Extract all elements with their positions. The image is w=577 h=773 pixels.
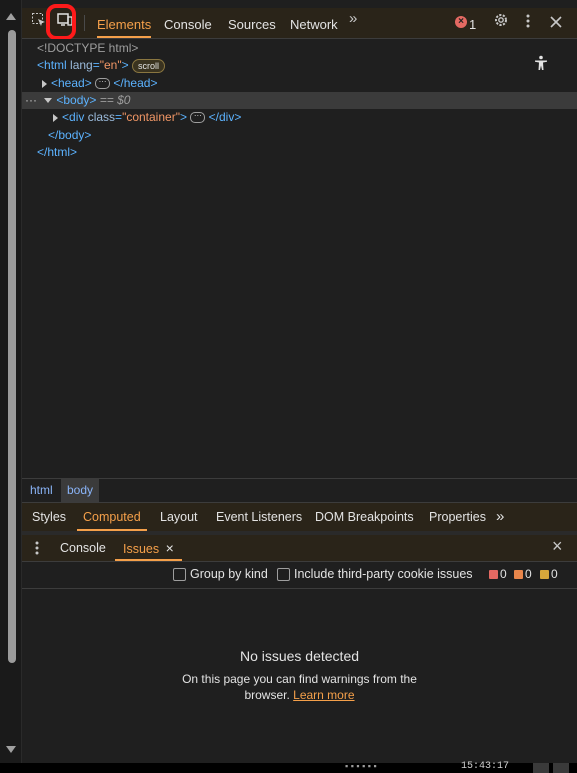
node-actions-dots-icon[interactable]: ··· — [25, 93, 37, 107]
learn-more-link[interactable]: Learn more — [293, 688, 354, 702]
no-issues-description: On this page you can find warnings from … — [172, 671, 427, 703]
toolbar-separator — [84, 15, 85, 31]
scroll-badge[interactable]: scroll — [131, 58, 165, 73]
tab-event-listeners[interactable]: Event Listeners — [216, 503, 302, 531]
scrollbar-thumb[interactable] — [8, 30, 16, 663]
issues-toolbar: Group by kind Include third-party cookie… — [22, 562, 577, 589]
third-party-cookie-label[interactable]: Include third-party cookie issues — [294, 567, 473, 581]
taskbar-button[interactable] — [533, 763, 549, 773]
tab-sources[interactable]: Sources — [228, 8, 276, 38]
tab-console[interactable]: Console — [164, 8, 212, 38]
taskbar-fragment: ▪ ▪ ▪ ▪ ▪ ▪ 15:43:17 — [0, 761, 577, 773]
error-icon[interactable]: × — [455, 16, 467, 28]
html-attr-name: lang — [70, 58, 93, 72]
head-open-tag: <head> — [51, 76, 92, 90]
expand-arrow-icon[interactable] — [42, 79, 47, 88]
vertical-scrollbar[interactable] — [0, 0, 22, 763]
head-close-tag: </head> — [113, 76, 158, 90]
body-close-tag[interactable]: </body> — [48, 127, 91, 144]
error-count[interactable]: 1 — [469, 17, 476, 32]
drawer-menu-icon[interactable] — [35, 541, 39, 560]
close-tab-icon[interactable]: × — [166, 540, 174, 556]
kebab-menu-icon[interactable] — [517, 12, 539, 34]
tab-styles[interactable]: Styles — [32, 503, 66, 531]
scroll-up-arrow-icon[interactable] — [6, 13, 16, 20]
error-issue-icon — [489, 570, 498, 579]
info-issue-count[interactable]: 0 — [540, 567, 558, 581]
collapsed-ellipsis-badge[interactable]: ··· — [190, 112, 206, 124]
breadcrumb: html body — [22, 478, 577, 502]
html-close-tag[interactable]: </html> — [37, 144, 77, 161]
tab-network[interactable]: Network — [290, 8, 338, 38]
close-drawer-icon[interactable]: × — [552, 536, 563, 557]
drawer-toolbar: Console Issues × × — [22, 535, 577, 562]
tab-properties[interactable]: Properties — [429, 503, 486, 531]
html-tag-name: html — [44, 58, 67, 72]
third-party-cookie-checkbox[interactable] — [277, 568, 290, 581]
warning-issue-icon — [514, 570, 523, 579]
body-open-tag: <body> — [56, 93, 97, 107]
highlight-circle-annotation — [46, 4, 76, 40]
issues-panel: No issues detected On this page you can … — [22, 589, 577, 763]
breadcrumb-html[interactable]: html — [24, 479, 59, 502]
taskbar-clock: 15:43:17 — [460, 761, 509, 772]
drawer-tab-issues-label: Issues — [123, 542, 160, 556]
dom-tree: <!DOCTYPE html> <html lang="en"> scroll … — [22, 39, 577, 477]
div-close-tag: </div> — [208, 110, 242, 124]
div-container-node[interactable]: <div class="container"> ··· </div> — [53, 109, 241, 126]
scroll-down-arrow-icon[interactable] — [6, 746, 16, 753]
doctype-node[interactable]: <!DOCTYPE html> — [37, 40, 138, 57]
group-by-kind-label[interactable]: Group by kind — [190, 567, 268, 581]
devtools-window: Elements Console Sources Network » × 1 <… — [0, 0, 577, 773]
tab-computed[interactable]: Computed — [77, 503, 147, 531]
taskbar-text-fragment: ▪ ▪ ▪ ▪ ▪ ▪ — [345, 761, 377, 771]
collapse-arrow-icon[interactable] — [44, 98, 53, 104]
devtools-toolbar: Elements Console Sources Network » × 1 — [22, 8, 577, 39]
warning-issue-count[interactable]: 0 — [514, 567, 532, 581]
info-issue-icon — [540, 570, 549, 579]
selected-node-ref: == $0 — [99, 93, 131, 107]
devtools-panel: Elements Console Sources Network » × 1 <… — [22, 0, 577, 763]
sidebar-tabs: Styles Computed Layout Event Listeners D… — [22, 502, 577, 532]
tab-layout[interactable]: Layout — [160, 503, 198, 531]
html-attr-value: "en" — [99, 58, 122, 72]
more-sidebar-tabs-chevron-icon[interactable]: » — [496, 503, 504, 531]
tab-dom-breakpoints[interactable]: DOM Breakpoints — [315, 503, 414, 531]
group-by-kind-checkbox[interactable] — [173, 568, 186, 581]
collapsed-ellipsis-badge[interactable]: ··· — [95, 78, 111, 90]
head-node[interactable]: <head> ··· </head> — [42, 75, 157, 92]
error-issue-count[interactable]: 0 — [489, 567, 507, 581]
div-attr-value: "container" — [122, 110, 180, 124]
breadcrumb-body[interactable]: body — [61, 479, 100, 502]
div-tag-name: div — [69, 110, 85, 124]
drawer-tab-console[interactable]: Console — [60, 535, 106, 561]
div-attr-name: class — [87, 110, 116, 124]
html-node[interactable]: <html lang="en"> scroll — [37, 57, 165, 74]
expand-arrow-icon[interactable] — [53, 113, 58, 122]
taskbar-button[interactable] — [553, 763, 569, 773]
settings-gear-icon[interactable] — [490, 12, 512, 34]
no-issues-title: No issues detected — [239, 648, 360, 664]
drawer-tab-issues[interactable]: Issues × — [115, 535, 182, 561]
tab-elements[interactable]: Elements — [97, 8, 152, 38]
body-node-selected[interactable]: ··· <body> == $0 — [22, 92, 577, 109]
close-devtools-icon[interactable] — [545, 12, 567, 34]
accessibility-tree-toggle-icon[interactable] — [529, 55, 553, 79]
more-tabs-chevron-icon[interactable]: » — [349, 10, 357, 27]
